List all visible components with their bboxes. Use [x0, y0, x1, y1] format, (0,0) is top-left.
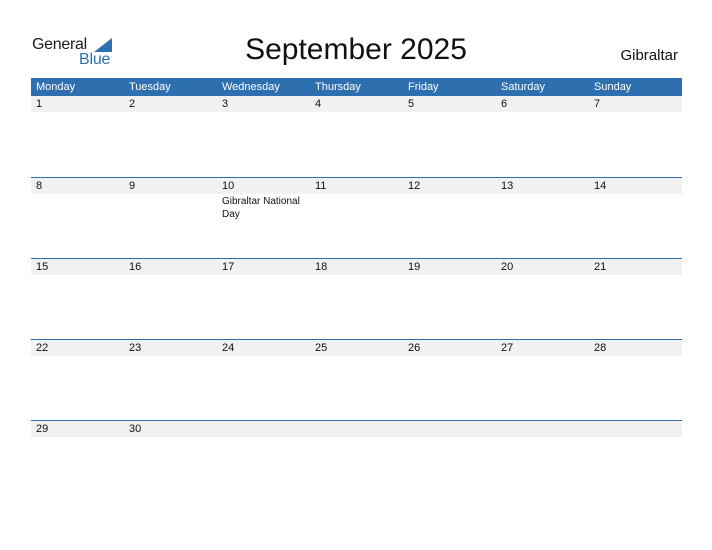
- day-number: 13: [501, 180, 514, 192]
- day-number: 7: [594, 98, 601, 110]
- day-number: 24: [222, 342, 235, 354]
- day-number: 8: [36, 180, 43, 192]
- day-cell-body: [217, 356, 310, 357]
- day-cell-body: [403, 356, 496, 357]
- day-number: 6: [501, 98, 508, 110]
- day-number: 10: [222, 180, 235, 192]
- day-cell-body: [589, 112, 682, 113]
- day-cell-body: [589, 437, 682, 438]
- day-cell-body: [496, 194, 589, 221]
- day-number: [403, 421, 496, 437]
- day-number: [496, 421, 589, 437]
- week-notes: Gibraltar National Day: [31, 194, 682, 221]
- day-number: 25: [315, 342, 328, 354]
- day-cell-body: [124, 194, 217, 221]
- day-number: 3: [222, 98, 229, 110]
- day-cell-body: [589, 275, 682, 276]
- week-notes: [31, 112, 682, 113]
- weekday-sunday: Sunday: [594, 81, 632, 93]
- week-notes: [31, 356, 682, 357]
- week-date-band: 22 23 24 25 26 27 28: [31, 340, 682, 356]
- day-cell-body: [310, 275, 403, 276]
- week-row: 29 30: [31, 420, 682, 460]
- day-cell-body: [217, 275, 310, 276]
- weekday-saturday: Saturday: [501, 81, 546, 93]
- day-cell-body: [496, 112, 589, 113]
- day-cell-body: [310, 112, 403, 113]
- day-number: 23: [129, 342, 142, 354]
- day-number: 22: [36, 342, 49, 354]
- weekday-tuesday: Tuesday: [129, 81, 171, 93]
- day-number: 11: [315, 180, 327, 192]
- day-number: 4: [315, 98, 322, 110]
- weekday-header: Monday Tuesday Wednesday Thursday Friday Satu…: [31, 78, 682, 96]
- weekday-wednesday: Wednesday: [222, 81, 280, 93]
- week-date-band: 1 2 3 4 5 6 7: [31, 96, 682, 112]
- holiday-note: Gibraltar National Day: [222, 196, 300, 220]
- day-number: 28: [594, 342, 607, 354]
- weekday-monday: Monday: [36, 81, 76, 93]
- day-cell-body: [31, 356, 124, 357]
- day-number: [217, 421, 310, 437]
- day-cell-body: [31, 112, 124, 113]
- weekday-friday: Friday: [408, 81, 439, 93]
- day-cell-body: [31, 275, 124, 276]
- day-cell-body: [217, 437, 310, 438]
- day-number: 1: [36, 98, 43, 110]
- day-number: 16: [129, 261, 142, 273]
- day-cell-body: [124, 112, 217, 113]
- day-cell-body: [217, 112, 310, 113]
- day-number: 19: [408, 261, 421, 273]
- week-row: 15 16 17 18 19 20 21: [31, 258, 682, 339]
- week-date-band: 15 16 17 18 19 20 21: [31, 259, 682, 275]
- day-number: [310, 421, 403, 437]
- week-notes: [31, 437, 682, 438]
- day-cell-body: [589, 356, 682, 357]
- day-number: 9: [129, 180, 136, 192]
- day-cell-body: [496, 275, 589, 276]
- day-cell-body: [124, 356, 217, 357]
- calendar-title: September 2025: [245, 33, 467, 66]
- day-number: 26: [408, 342, 421, 354]
- week-notes: [31, 275, 682, 276]
- day-cell-body: [403, 194, 496, 221]
- day-number: 15: [36, 261, 49, 273]
- day-number: [589, 421, 682, 437]
- day-number: 14: [594, 180, 607, 192]
- day-cell-body: [496, 356, 589, 357]
- day-number: 17: [222, 261, 235, 273]
- day-cell-body: [31, 437, 124, 438]
- week-date-band: 29 30: [31, 421, 682, 437]
- calendar-grid: Monday Tuesday Wednesday Thursday Friday Satu…: [31, 78, 682, 460]
- day-cell-body: [589, 194, 682, 221]
- day-number: 27: [501, 342, 514, 354]
- week-row: 8 9 10 11 12 13 14 Gibraltar National Day: [31, 177, 682, 258]
- day-cell-body: [124, 275, 217, 276]
- country-label: Gibraltar: [620, 47, 678, 64]
- week-row: 22 23 24 25 26 27 28: [31, 339, 682, 420]
- day-cell-body: [403, 112, 496, 113]
- day-cell-body: [403, 275, 496, 276]
- day-number: 20: [501, 261, 514, 273]
- day-number: 12: [408, 180, 421, 192]
- day-number: 2: [129, 98, 136, 110]
- day-cell-body: [403, 437, 496, 438]
- day-cell-body: [496, 437, 589, 438]
- day-number: 18: [315, 261, 328, 273]
- day-cell-body: [310, 194, 403, 221]
- day-cell-body: [31, 194, 124, 221]
- day-cell-body: [310, 437, 403, 438]
- day-number: 30: [129, 423, 142, 435]
- weekday-thursday: Thursday: [315, 81, 361, 93]
- day-number: 29: [36, 423, 49, 435]
- day-cell-body: [310, 356, 403, 357]
- day-number: 5: [408, 98, 415, 110]
- day-cell-body: [124, 437, 217, 438]
- week-row: 1 2 3 4 5 6 7: [31, 96, 682, 177]
- week-date-band: 8 9 10 11 12 13 14: [31, 178, 682, 194]
- day-number: 21: [594, 261, 607, 273]
